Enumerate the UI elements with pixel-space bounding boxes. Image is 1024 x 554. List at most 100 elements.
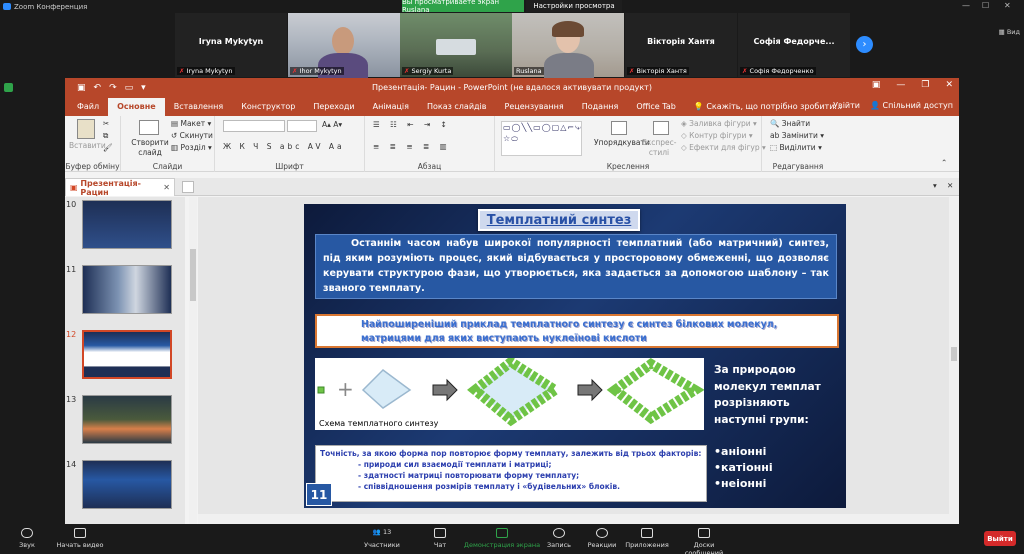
tab-file[interactable]: Файл xyxy=(68,98,108,116)
close-icon[interactable]: ✕ xyxy=(947,181,953,190)
tab-office-tab[interactable]: Office Tab xyxy=(627,98,684,116)
factor-item: - природи сил взаємодії темплати і матри… xyxy=(358,460,552,469)
participant-video-tile[interactable]: ✗ Ihor Mykytyn xyxy=(288,13,400,83)
cut-icon[interactable]: ✂ xyxy=(103,119,109,128)
section-button[interactable]: ▥ Розділ ▾ xyxy=(171,143,212,152)
slide-thumbnail[interactable]: 10 xyxy=(65,197,185,257)
close-icon[interactable]: ✕ xyxy=(945,80,953,90)
scroll-thumb[interactable] xyxy=(951,347,957,361)
horizontal-scrollbar[interactable] xyxy=(198,514,951,524)
slide-example-text[interactable]: Найпоширеніший приклад темплатного синте… xyxy=(315,314,839,348)
reset-button[interactable]: ↺ Скинути xyxy=(171,131,213,140)
list-buttons[interactable]: ☰ ☷ ⇤ ⇥ ↕ xyxy=(373,120,451,129)
tab-animations[interactable]: Анімація xyxy=(364,98,418,116)
slide-title[interactable]: Темплатний синтез xyxy=(478,209,640,231)
select-button[interactable]: ⬚ Виділити ▾ xyxy=(770,143,822,152)
editor-scrollbar[interactable] xyxy=(949,197,959,524)
participant-name: Софія Федорче... xyxy=(753,37,835,46)
template-type-item: •катіонні xyxy=(714,461,773,474)
arrow-right xyxy=(577,378,603,402)
new-tab-button[interactable] xyxy=(182,181,194,193)
find-button[interactable]: 🔍 Знайти xyxy=(770,119,810,128)
slide-thumbnail[interactable]: 14 xyxy=(65,457,185,517)
template-with-monomers xyxy=(467,355,565,427)
tab-home[interactable]: Основне xyxy=(108,98,165,116)
participant-tile[interactable]: Софія Федорче... ✗ Софія Федорченко xyxy=(738,13,850,77)
leave-meeting-button[interactable]: Выйти xyxy=(984,531,1016,546)
ribbon-display-icon[interactable]: ▣ xyxy=(872,80,881,90)
layout-button[interactable]: ▤ Макет ▾ xyxy=(171,119,211,128)
font-name-input[interactable] xyxy=(223,120,285,132)
editing-group: 🔍 Знайти ab Замінити ▾ ⬚ Виділити ▾ Реда… xyxy=(762,116,834,172)
shapes-gallery[interactable]: ▭◯╲╲▭◯▢△⌐⤷⇨⇩⬠{}☆⬭ xyxy=(501,121,582,156)
maximize-icon[interactable]: ☐ xyxy=(982,1,989,10)
new-slide-button[interactable]: Створити слайд xyxy=(131,138,169,158)
close-tab-icon[interactable]: ✕ xyxy=(163,183,170,192)
next-participants-button[interactable]: › xyxy=(856,36,873,53)
thumbnail-scrollbar[interactable] xyxy=(189,197,197,524)
font-format-buttons[interactable]: Ж К Ч S abc AV Aa xyxy=(223,142,345,151)
new-slide-icon[interactable] xyxy=(139,120,159,135)
minimize-icon[interactable]: — xyxy=(896,80,905,90)
tab-review[interactable]: Рецензування xyxy=(496,98,573,116)
paste-button[interactable]: Вставити xyxy=(69,141,106,150)
shape-outline-button[interactable]: ◇ Контур фігури ▾ xyxy=(681,131,753,140)
replace-button[interactable]: ab Замінити ▾ xyxy=(770,131,824,140)
audio-button[interactable]: Звук xyxy=(12,528,42,549)
slide-intro-text[interactable]: Останнім часом набув широкої популярност… xyxy=(315,234,837,299)
participant-video-tile[interactable]: Ruslana xyxy=(512,13,624,83)
reactions-button[interactable]: Реакции xyxy=(584,528,620,549)
restore-icon[interactable]: ❐ xyxy=(921,80,929,90)
security-shield-icon[interactable] xyxy=(4,83,13,92)
participant-video-tile[interactable]: ✗ Sergiy Kurta xyxy=(400,13,512,77)
participant-tile[interactable]: Iryna Mykytyn ✗ Iryna Mykytyn xyxy=(175,13,287,77)
sign-in-link[interactable]: Увійти xyxy=(833,101,860,110)
close-icon[interactable]: ✕ xyxy=(1004,1,1011,10)
record-button[interactable]: Запись xyxy=(542,528,576,549)
minimize-icon[interactable]: — xyxy=(962,1,970,10)
font-size-input[interactable] xyxy=(287,120,317,132)
scroll-thumb[interactable] xyxy=(190,249,196,301)
template-synthesis-scheme[interactable]: + Схема темплатного синтезу xyxy=(315,355,705,430)
quick-styles-button[interactable]: Експрес-стилі xyxy=(642,138,677,158)
copy-icon[interactable]: ⧉ xyxy=(103,131,108,141)
view-button[interactable]: ▦ Вид xyxy=(999,28,1020,36)
arrange-icon[interactable] xyxy=(611,121,627,135)
collapse-ribbon-icon[interactable]: ⌃ xyxy=(941,158,947,167)
tab-list-icon[interactable]: ▾ xyxy=(933,181,937,190)
quick-styles-icon[interactable] xyxy=(653,121,669,135)
view-options-button[interactable]: Настройки просмотра xyxy=(526,0,622,12)
paste-icon[interactable] xyxy=(77,119,95,139)
slide-thumbnail[interactable]: 11 xyxy=(65,262,185,322)
share-button[interactable]: 👤 Спільний доступ xyxy=(870,101,953,110)
font-size-adjust-icon[interactable]: A▴ A▾ xyxy=(322,120,342,129)
chat-button[interactable]: Чат xyxy=(426,528,454,549)
factors-box[interactable]: Точність, за якою форма пор повторює фор… xyxy=(315,445,707,502)
classification-label[interactable]: За природою молекул темплат розрізняють … xyxy=(714,362,839,428)
template-type-item: •аніонні xyxy=(714,445,767,458)
whiteboards-button[interactable]: Доски сообщений xyxy=(674,528,734,554)
current-slide[interactable]: Темплатний синтез Останнім часом набув ш… xyxy=(304,204,846,508)
share-screen-button[interactable]: Демонстрация экрана xyxy=(462,528,542,549)
tell-me-box[interactable]: 💡 Скажіть, що потрібно зробити... xyxy=(685,98,851,116)
participant-tile[interactable]: Вікторія Хантя ✗ Вікторія Хантя xyxy=(625,13,737,77)
tab-transitions[interactable]: Переходи xyxy=(304,98,363,116)
tab-view[interactable]: Подання xyxy=(573,98,628,116)
tab-insert[interactable]: Вставлення xyxy=(165,98,232,116)
factor-item: - співвідношення розмірів темплату і «бу… xyxy=(358,482,620,491)
shape-effects-button[interactable]: ◇ Ефекти для фігур ▾ xyxy=(681,143,766,152)
start-video-button[interactable]: Начать видео xyxy=(52,528,108,549)
thumbnail-image xyxy=(82,200,172,249)
participant-label: ✗ Iryna Mykytyn xyxy=(177,67,235,75)
participants-button[interactable]: 👥 13 Участники xyxy=(360,528,404,549)
template-types-list[interactable]: •аніонні •катіонні •неіонні xyxy=(714,444,773,492)
tab-slideshow[interactable]: Показ слайдів xyxy=(418,98,496,116)
document-tab[interactable]: ▣ Презентація- Рацин ✕ xyxy=(65,178,175,197)
slide-thumbnail-selected[interactable]: 12 xyxy=(65,327,185,387)
tab-design[interactable]: Конструктор xyxy=(232,98,304,116)
format-painter-icon[interactable]: 🖌 xyxy=(103,143,113,152)
slide-thumbnail[interactable]: 13 xyxy=(65,392,185,452)
apps-button[interactable]: Приложения xyxy=(624,528,670,549)
shape-fill-button[interactable]: ◈ Заливка фігури ▾ xyxy=(681,119,757,128)
align-buttons[interactable]: ≡ ≣ ≡ ≣ ▥ xyxy=(373,142,451,151)
